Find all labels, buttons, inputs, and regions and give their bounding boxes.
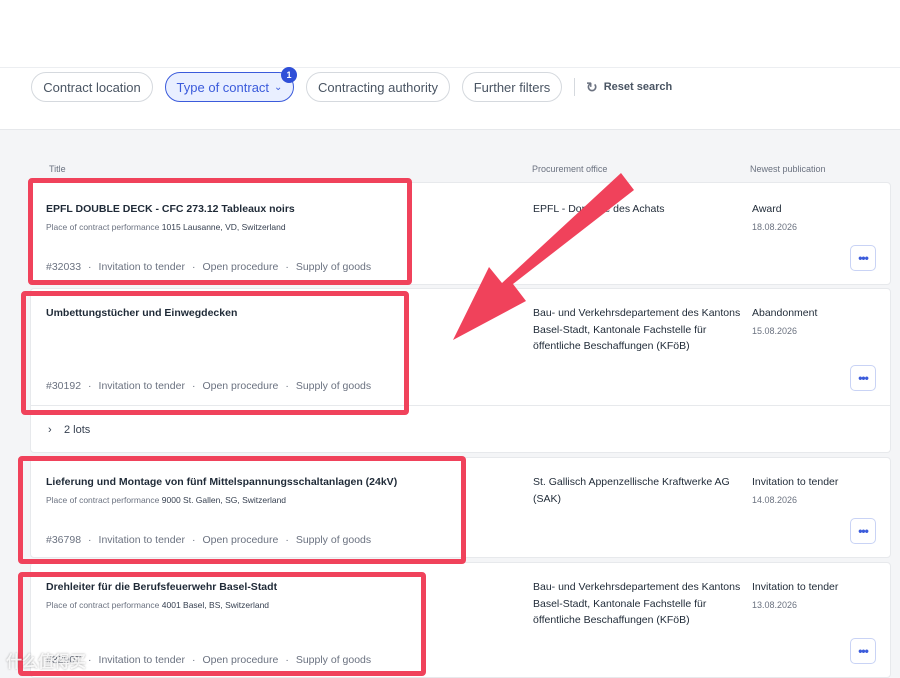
- procurement-office: Bau- und Verkehrsdepartement des Kantons…: [533, 307, 741, 352]
- place-value: 9000 St. Gallen, SG, Switzerland: [161, 495, 287, 505]
- result-title[interactable]: EPFL DOUBLE DECK - CFC 273.12 Tableaux n…: [46, 203, 295, 215]
- separator: ·: [88, 261, 92, 273]
- further-filters-label: Further filters: [473, 79, 551, 95]
- result-id: #30192: [46, 380, 82, 392]
- more-icon: •••: [858, 524, 869, 538]
- place-of-performance: Place of contract performance 9000 St. G…: [46, 495, 286, 505]
- result-meta: #32907 · Invitation to tender · Open procedu…: [46, 654, 371, 666]
- result-stage: Invitation to tender: [98, 534, 185, 546]
- column-header-procurement-office[interactable]: Procurement office: [532, 164, 607, 174]
- reset-icon: ↻: [586, 78, 598, 95]
- result-procedure: Open procedure: [202, 380, 279, 392]
- filter-count-badge: 1: [281, 67, 297, 83]
- place-label: Place of contract performance: [46, 600, 160, 610]
- result-card[interactable]: Drehleiter für die Berufsfeuerwehr Basel…: [30, 562, 891, 678]
- place-of-performance: Place of contract performance 1015 Lausa…: [46, 222, 286, 232]
- separator: ·: [191, 261, 196, 273]
- result-title[interactable]: Lieferung und Montage von fünf Mittelspa…: [46, 476, 397, 488]
- reset-search-button[interactable]: ↻ Reset search: [586, 78, 672, 96]
- type-of-contract-filter[interactable]: Type of contract ⌄ 1: [165, 67, 297, 102]
- result-category: Supply of goods: [295, 261, 372, 273]
- result-procedure: Open procedure: [202, 261, 279, 273]
- divider: [574, 78, 575, 96]
- separator: ·: [191, 654, 196, 666]
- result-card[interactable]: EPFL DOUBLE DECK - CFC 273.12 Tableaux n…: [30, 182, 891, 285]
- separator: ·: [88, 534, 92, 546]
- result-meta: #30192 · Invitation to tender · Open procedu…: [46, 380, 371, 392]
- column-header-title[interactable]: Title: [49, 164, 66, 174]
- more-options-button[interactable]: •••: [850, 245, 876, 271]
- result-card[interactable]: Lieferung und Montage von fünf Mittelspa…: [30, 457, 891, 558]
- result-procedure: Open procedure: [202, 534, 279, 546]
- contract-location-label: Contract location: [43, 79, 141, 95]
- place-label: Place of contract performance: [46, 222, 160, 232]
- separator: ·: [88, 654, 92, 666]
- chevron-down-icon: ⌄: [274, 81, 283, 93]
- separator: ·: [285, 261, 289, 273]
- result-category: Supply of goods: [295, 654, 372, 666]
- publication-date: 15.08.2026: [752, 326, 798, 336]
- more-icon: •••: [858, 644, 869, 658]
- procurement-office: St. Gallisch Appenzellische Kraftwerke A…: [533, 476, 730, 505]
- result-title[interactable]: Umbettungstücher und Einwegdecken: [46, 307, 237, 319]
- more-icon: •••: [858, 251, 869, 265]
- publication-date: 18.08.2026: [752, 222, 798, 232]
- reset-search-label: Reset search: [603, 81, 673, 93]
- more-options-button[interactable]: •••: [850, 365, 876, 391]
- place-value: 1015 Lausanne, VD, Switzerland: [161, 222, 286, 232]
- procurement-office: EPFL - Domaine des Achats: [533, 203, 665, 215]
- result-meta: #32033 · Invitation to tender · Open procedu…: [46, 261, 371, 273]
- column-header-newest-publication[interactable]: Newest publication: [750, 164, 826, 174]
- separator: ·: [191, 380, 196, 392]
- watermark: 什么值得买: [6, 654, 87, 671]
- result-id: #32033: [46, 261, 82, 273]
- separator: ·: [285, 534, 289, 546]
- result-meta: #36798 · Invitation to tender · Open procedu…: [46, 534, 371, 546]
- publication-date: 14.08.2026: [752, 495, 798, 505]
- separator: ·: [285, 654, 289, 666]
- more-icon: •••: [858, 371, 869, 385]
- result-stage: Invitation to tender: [98, 261, 185, 273]
- place-value: 4001 Basel, BS, Switzerland: [161, 600, 270, 610]
- publication-date: 13.08.2026: [752, 600, 798, 610]
- place-of-performance: Place of contract performance 4001 Basel…: [46, 600, 269, 610]
- publication-type: Award: [752, 203, 782, 215]
- publication-type: Invitation to tender: [752, 476, 839, 488]
- more-options-button[interactable]: •••: [850, 518, 876, 544]
- chevron-right-icon: ›: [48, 424, 52, 436]
- separator: ·: [191, 534, 196, 546]
- publication-type: Abandonment: [752, 307, 818, 319]
- separator: ·: [88, 380, 92, 392]
- result-category: Supply of goods: [295, 534, 372, 546]
- result-stage: Invitation to tender: [98, 380, 185, 392]
- publication-type: Invitation to tender: [752, 581, 839, 593]
- result-stage: Invitation to tender: [98, 654, 185, 666]
- contracting-authority-filter[interactable]: Contracting authority: [306, 72, 450, 102]
- further-filters-button[interactable]: Further filters: [462, 72, 562, 102]
- result-procedure: Open procedure: [202, 654, 279, 666]
- filter-bar: Contract location Type of contract ⌄ 1 C…: [0, 67, 900, 130]
- result-title[interactable]: Drehleiter für die Berufsfeuerwehr Basel…: [46, 581, 277, 593]
- result-card[interactable]: Umbettungstücher und Einwegdecken #30192…: [30, 288, 891, 406]
- top-bar: [0, 0, 900, 68]
- result-category: Supply of goods: [295, 380, 372, 392]
- separator: ·: [285, 380, 289, 392]
- type-of-contract-label: Type of contract: [176, 79, 270, 95]
- contract-location-filter[interactable]: Contract location: [31, 72, 153, 102]
- result-id: #36798: [46, 534, 82, 546]
- procurement-office: Bau- und Verkehrsdepartement des Kantons…: [533, 581, 741, 626]
- place-label: Place of contract performance: [46, 495, 160, 505]
- lots-label: 2 lots: [64, 424, 91, 436]
- contracting-authority-label: Contracting authority: [318, 79, 438, 95]
- more-options-button[interactable]: •••: [850, 638, 876, 664]
- lots-toggle[interactable]: › 2 lots: [30, 406, 891, 453]
